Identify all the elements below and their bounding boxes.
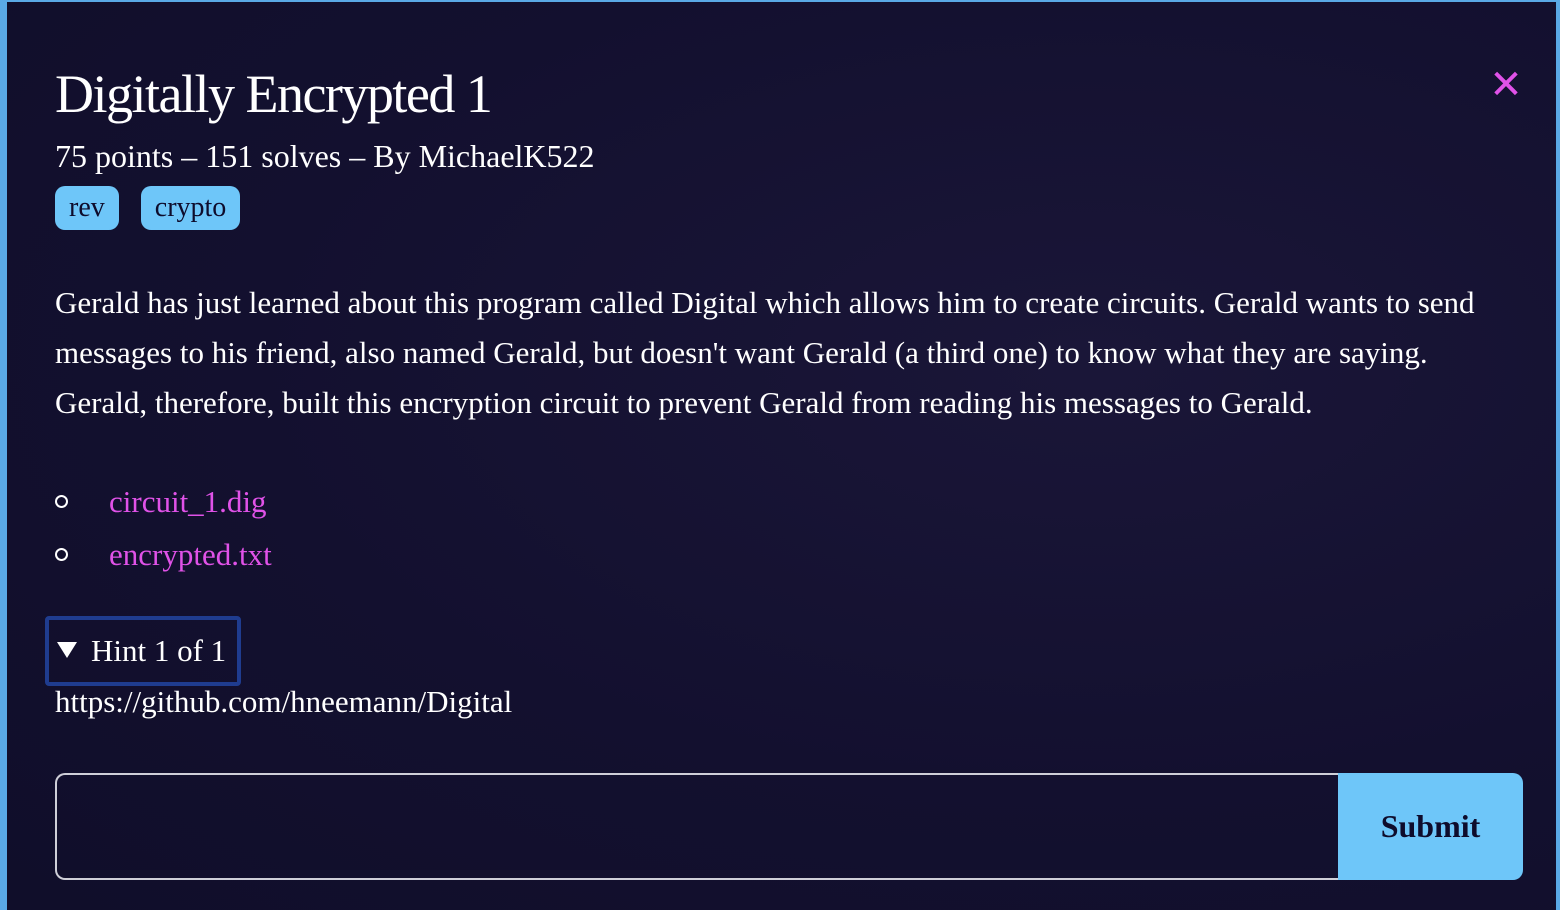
file-link-encrypted[interactable]: encrypted.txt bbox=[109, 537, 272, 573]
flag-input[interactable] bbox=[55, 773, 1339, 880]
file-list: circuit_1.dig encrypted.txt bbox=[55, 475, 272, 581]
tag-list: rev crypto bbox=[55, 186, 241, 230]
file-link-circuit[interactable]: circuit_1.dig bbox=[109, 484, 267, 520]
challenge-title: Digitally Encrypted 1 bbox=[55, 64, 493, 124]
file-item: encrypted.txt bbox=[55, 528, 272, 581]
file-item: circuit_1.dig bbox=[55, 475, 272, 528]
circle-bullet-icon bbox=[55, 495, 68, 508]
challenge-description: Gerald has just learned about this progr… bbox=[55, 285, 1475, 420]
submit-button[interactable]: Submit bbox=[1338, 773, 1523, 880]
triangle-down-icon bbox=[57, 642, 77, 658]
close-icon[interactable]: ✕ bbox=[1485, 64, 1527, 106]
hint-content: https://github.com/hneemann/Digital bbox=[55, 684, 513, 719]
hint-label: Hint 1 of 1 bbox=[91, 633, 227, 668]
tag-crypto: crypto bbox=[140, 186, 241, 230]
challenge-meta: 75 points – 151 solves – By MichaelK522 bbox=[55, 138, 595, 174]
circle-bullet-icon bbox=[55, 548, 68, 561]
hint-toggle[interactable]: Hint 1 of 1 bbox=[45, 616, 241, 686]
challenge-modal: Digitally Encrypted 1 ✕ 75 points – 151 … bbox=[0, 0, 1560, 910]
tag-rev: rev bbox=[55, 186, 119, 230]
